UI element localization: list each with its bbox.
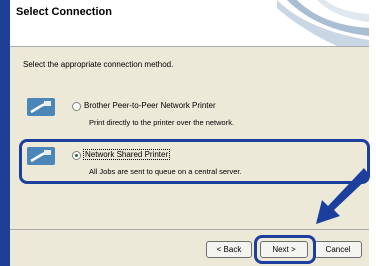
back-button[interactable]: < Back [206, 241, 252, 258]
pointer-arrow-icon [316, 168, 370, 224]
dialog-title: Select Connection [16, 6, 112, 18]
network-cable-icon [27, 98, 55, 116]
peer-to-peer-radio[interactable] [72, 102, 81, 111]
cancel-button[interactable]: Cancel [314, 241, 362, 258]
next-button-highlight [254, 235, 316, 264]
left-border-strip [0, 0, 10, 266]
installer-screen: Select Connection Select the appropriate… [0, 0, 376, 266]
right-margin [369, 0, 376, 266]
peer-to-peer-description: Print directly to the printer over the n… [89, 118, 235, 127]
instruction-text: Select the appropriate connection method… [23, 60, 174, 69]
dialog-header: Select Connection [10, 0, 369, 47]
peer-to-peer-label[interactable]: Brother Peer-to-Peer Network Printer [84, 101, 216, 110]
select-connection-dialog: Select Connection Select the appropriate… [10, 0, 370, 266]
header-graphic-icon [277, 0, 369, 46]
footer-separator [10, 229, 369, 230]
